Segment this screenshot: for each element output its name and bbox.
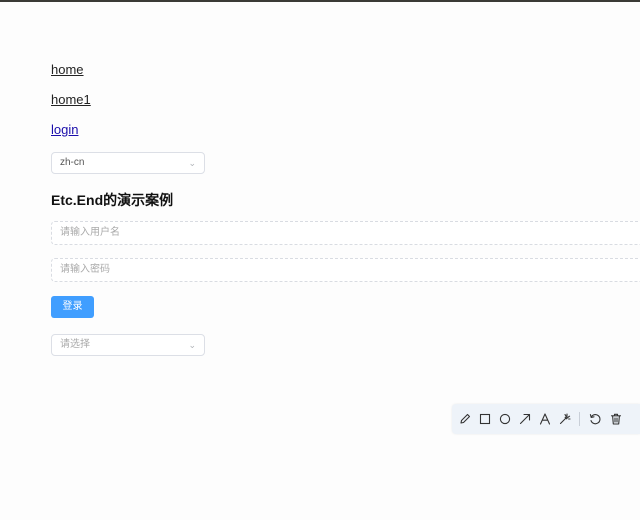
trash-icon[interactable] — [609, 412, 623, 426]
chevron-down-icon: ⌄ — [188, 340, 196, 350]
username-placeholder: 请输入用户名 — [60, 227, 120, 238]
choose-select[interactable]: 请选择 ⌄ — [51, 334, 205, 356]
username-input[interactable]: 请输入用户名 — [51, 221, 640, 245]
arrow-icon[interactable] — [518, 412, 532, 426]
language-select-value: zh-cn — [60, 157, 85, 168]
nav-link-login[interactable]: login — [51, 122, 78, 138]
annotation-toolbar — [452, 404, 640, 434]
rectangle-icon[interactable] — [478, 412, 492, 426]
language-select[interactable]: zh-cn ⌄ — [51, 152, 205, 174]
password-input[interactable]: 请输入密码 — [51, 258, 640, 282]
nav-link-home[interactable]: home — [51, 62, 84, 78]
password-placeholder: 请输入密码 — [60, 264, 110, 275]
window-top-border — [0, 0, 640, 2]
circle-icon[interactable] — [498, 412, 512, 426]
choose-select-placeholder: 请选择 — [60, 339, 90, 350]
demo-title: Etc.End的演示案例 — [51, 192, 174, 208]
chevron-down-icon: ⌄ — [188, 158, 196, 168]
login-button[interactable]: 登录 — [51, 296, 94, 318]
magic-wand-icon[interactable] — [558, 412, 572, 426]
nav-link-home1[interactable]: home1 — [51, 92, 91, 108]
text-icon[interactable] — [538, 412, 552, 426]
undo-icon[interactable] — [588, 412, 602, 426]
toolbar-divider — [579, 412, 580, 426]
pencil-icon[interactable] — [458, 412, 472, 426]
